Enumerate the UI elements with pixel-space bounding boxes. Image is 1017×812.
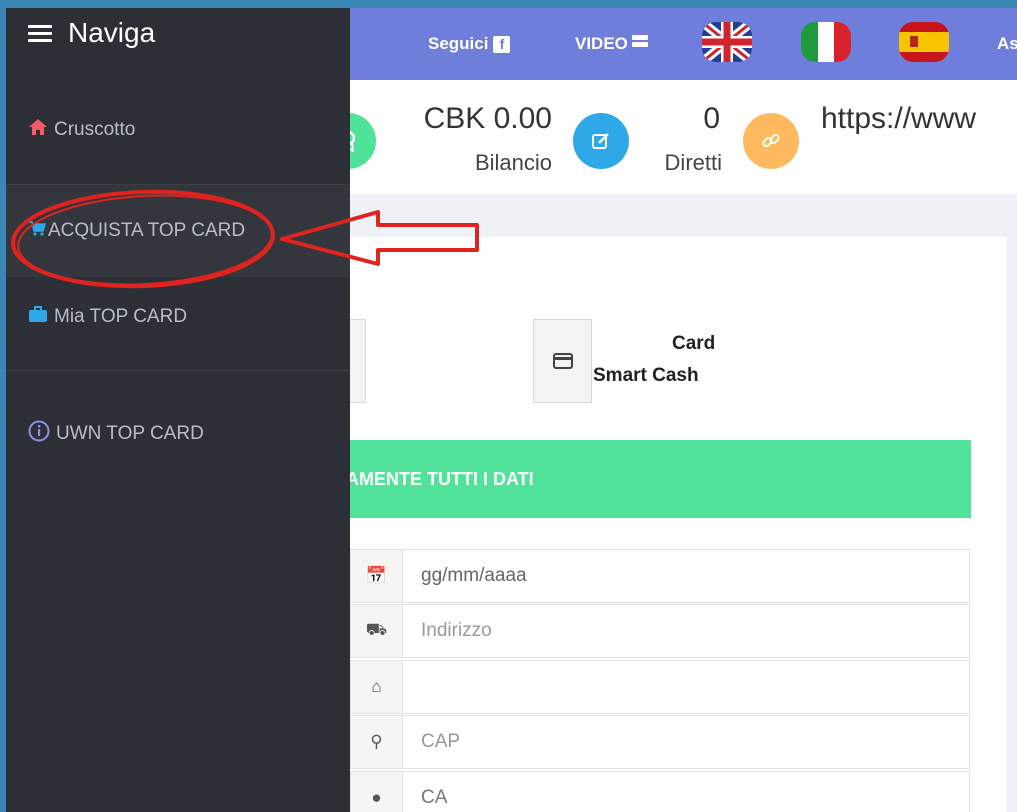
- alert-text: AMENTE TUTTI I DATI: [346, 468, 534, 489]
- home-icon: [28, 118, 48, 142]
- info-icon: [28, 420, 50, 448]
- payment-option-line2: Smart Cash: [593, 365, 699, 386]
- sidebar-item-label: UWN TOP CARD: [56, 423, 204, 444]
- facebook-icon: f: [493, 35, 511, 53]
- sidebar-nav: Naviga Cruscotto ACQUISTA TOP CARD Mia T…: [6, 8, 350, 812]
- home-icon: ⌂: [350, 660, 403, 714]
- direct-label: Diretti: [664, 150, 722, 175]
- edit-icon: [573, 113, 629, 169]
- sidebar-item-label: Mia TOP CARD: [54, 306, 188, 327]
- key-icon: ⚲: [350, 715, 403, 769]
- video-link[interactable]: VIDEO: [575, 8, 648, 80]
- balance-label: Bilancio: [474, 150, 552, 175]
- sidebar-title: Naviga: [68, 17, 156, 48]
- direct-value: 0: [703, 102, 720, 135]
- link-icon: [743, 113, 799, 169]
- address-row: ⛟ Indirizzo: [350, 604, 970, 658]
- youtube-icon: [631, 35, 648, 53]
- follow-link[interactable]: Seguici f: [428, 8, 511, 80]
- annotation-arrow: [280, 210, 479, 266]
- uk-flag-icon[interactable]: [702, 22, 752, 62]
- annotation-ellipse: [11, 189, 275, 289]
- truck-icon: ⛟: [350, 604, 403, 658]
- sidebar-divider: [6, 370, 350, 371]
- cut-nav-label: As: [997, 34, 1017, 53]
- app-frame: Seguici f VIDEO As CBK 0.00 Bilancio 0 D…: [6, 8, 1017, 812]
- payment-option-line1: Card: [672, 333, 716, 354]
- sidebar-item-uwn-top-card[interactable]: UWN TOP CARD: [6, 417, 350, 451]
- home-input[interactable]: [403, 660, 970, 714]
- address-input[interactable]: Indirizzo: [403, 604, 970, 658]
- balance-value: CBK 0.00: [423, 102, 552, 135]
- menu-icon[interactable]: [28, 21, 52, 46]
- country-row: ● CA: [350, 771, 970, 812]
- calendar-icon: 📅: [350, 549, 403, 603]
- annotation-overlay: [11, 189, 479, 289]
- referral-link-value[interactable]: https://www: [821, 102, 976, 136]
- sidebar-header: Naviga: [6, 8, 350, 58]
- home-row: ⌂: [350, 660, 970, 714]
- briefcase-icon: [28, 305, 48, 329]
- cut-nav-text[interactable]: As: [997, 8, 1017, 80]
- follow-label: Seguici: [428, 34, 489, 53]
- date-row: 📅 gg/mm/aaaa: [350, 549, 970, 603]
- payment-option-smartcash[interactable]: [533, 319, 592, 403]
- credit-card-icon: [552, 353, 573, 369]
- date-input[interactable]: gg/mm/aaaa: [403, 549, 970, 603]
- sidebar-item-cruscotto[interactable]: Cruscotto: [6, 113, 350, 147]
- video-label: VIDEO: [575, 34, 628, 53]
- cap-input[interactable]: CAP: [403, 715, 970, 769]
- country-input[interactable]: CA: [403, 771, 970, 812]
- cap-row: ⚲ CAP: [350, 715, 970, 769]
- italy-flag-icon[interactable]: [801, 22, 851, 62]
- sidebar-item-label: Cruscotto: [54, 119, 136, 140]
- sidebar-item-mia-top-card[interactable]: Mia TOP CARD: [6, 300, 350, 334]
- spain-flag-icon[interactable]: [899, 22, 949, 62]
- globe-icon: ●: [350, 771, 403, 812]
